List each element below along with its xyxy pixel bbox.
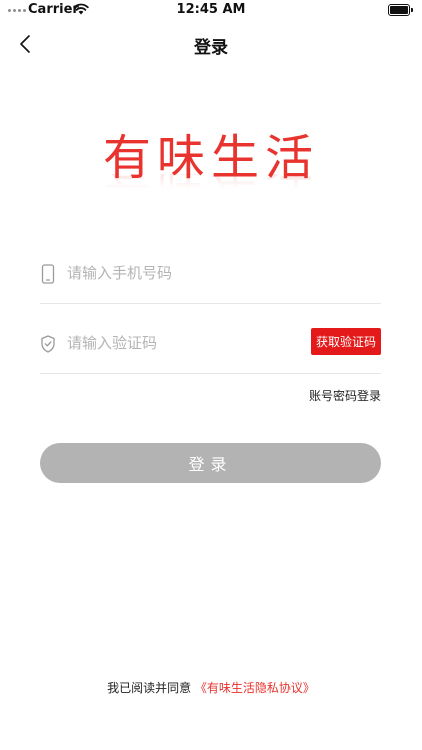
battery-icon — [388, 4, 413, 16]
verification-code-field: 获取验证码 — [40, 313, 381, 374]
clock: 12:45 AM — [176, 2, 246, 17]
phone-field — [40, 243, 381, 304]
navigation-bar: 登录 — [0, 22, 422, 66]
agreement-text: 我已阅读并同意 — [107, 681, 192, 695]
logo-reflection: 有味生活 — [0, 174, 422, 200]
phone-icon — [41, 264, 55, 284]
phone-input[interactable] — [67, 261, 307, 285]
privacy-policy-link[interactable]: 《有味生活隐私协议》 — [195, 681, 315, 695]
privacy-agreement: 我已阅读并同意 《有味生活隐私协议》 — [0, 679, 422, 696]
get-code-button[interactable]: 获取验证码 — [311, 328, 381, 355]
password-login-link[interactable]: 账号密码登录 — [309, 387, 381, 404]
verification-code-input[interactable] — [67, 331, 307, 355]
status-bar: Carrier 12:45 AM — [0, 0, 422, 22]
login-button[interactable]: 登录 — [40, 443, 381, 483]
shield-check-icon — [41, 335, 55, 353]
app-logo: 有味生活 有味生活 — [0, 128, 422, 218]
page-title: 登录 — [194, 38, 228, 58]
